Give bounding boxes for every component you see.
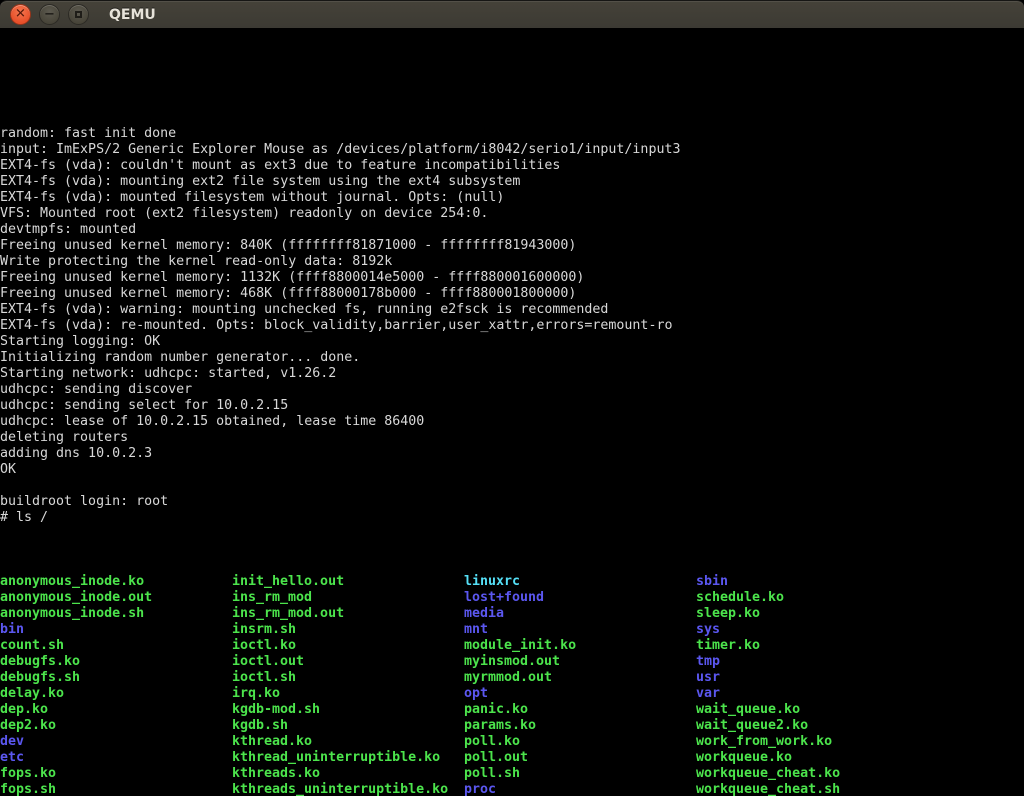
ls-entry: wait_queue.ko (696, 702, 1024, 718)
terminal-line: deleting routers (0, 430, 1024, 446)
ls-entry: workqueue_cheat.sh (696, 782, 1024, 796)
ls-entry: ioctl.sh (232, 670, 464, 686)
minimize-button[interactable]: − (39, 4, 60, 25)
terminal-line: buildroot login: root (0, 494, 1024, 510)
terminal-line: adding dns 10.0.2.3 (0, 446, 1024, 462)
terminal-line: EXT4-fs (vda): couldn't mount as ext3 du… (0, 158, 1024, 174)
ls-entry: schedule.ko (696, 590, 1024, 606)
ls-entry: ins_rm_mod.out (232, 606, 464, 622)
terminal-line (0, 478, 1024, 494)
ls-entry: var (696, 686, 1024, 702)
ls-entry: dep.ko (0, 702, 232, 718)
ls-entry: debugfs.sh (0, 670, 232, 686)
ls-entry: init_hello.out (232, 574, 464, 590)
ls-entry: myinsmod.out (464, 654, 696, 670)
ls-entry: irq.ko (232, 686, 464, 702)
ls-entry: params.ko (464, 718, 696, 734)
close-button[interactable]: ✕ (10, 4, 31, 25)
terminal-line: Freeing unused kernel memory: 468K (ffff… (0, 286, 1024, 302)
ls-entry: wait_queue2.ko (696, 718, 1024, 734)
ls-entry: insrm.sh (232, 622, 464, 638)
terminal-screen[interactable]: random: fast init doneinput: ImExPS/2 Ge… (0, 28, 1024, 796)
qemu-window: ✕ − QEMU random: fast init doneinput: Im… (0, 0, 1024, 796)
ls-entry: kthread.ko (232, 734, 464, 750)
terminal-line: input: ImExPS/2 Generic Explorer Mouse a… (0, 142, 1024, 158)
terminal-line: EXT4-fs (vda): mounting ext2 file system… (0, 174, 1024, 190)
maximize-button[interactable] (68, 4, 89, 25)
terminal-line: udhcpc: lease of 10.0.2.15 obtained, lea… (0, 414, 1024, 430)
ls-entry: poll.ko (464, 734, 696, 750)
titlebar: ✕ − QEMU (0, 0, 1024, 28)
terminal-line: Freeing unused kernel memory: 1132K (fff… (0, 270, 1024, 286)
ls-entry: module_init.ko (464, 638, 696, 654)
ls-entry: mnt (464, 622, 696, 638)
close-icon: ✕ (15, 8, 26, 21)
ls-entry: kgdb-mod.sh (232, 702, 464, 718)
ls-entry: media (464, 606, 696, 622)
ls-entry: tmp (696, 654, 1024, 670)
ls-entry: fops.sh (0, 782, 232, 796)
ls-entry: kthread_uninterruptible.ko (232, 750, 464, 766)
ls-entry: linuxrc (464, 574, 696, 590)
ls-entry: sleep.ko (696, 606, 1024, 622)
ls-entry: anonymous_inode.out (0, 590, 232, 606)
ls-entry: sbin (696, 574, 1024, 590)
ls-entry: kgdb.sh (232, 718, 464, 734)
ls-entry: etc (0, 750, 232, 766)
ls-entry: ioctl.ko (232, 638, 464, 654)
terminal-line: Initializing random number generator... … (0, 350, 1024, 366)
ls-entry: kthreads.ko (232, 766, 464, 782)
terminal-line: EXT4-fs (vda): warning: mounting uncheck… (0, 302, 1024, 318)
ls-entry: count.sh (0, 638, 232, 654)
ls-entry: myrmmod.out (464, 670, 696, 686)
ls-entry: dev (0, 734, 232, 750)
terminal-line: VFS: Mounted root (ext2 filesystem) read… (0, 206, 1024, 222)
terminal-line: random: fast init done (0, 126, 1024, 142)
terminal-line: # ls / (0, 510, 1024, 526)
boot-log: random: fast init doneinput: ImExPS/2 Ge… (0, 78, 1024, 526)
terminal-line: Freeing unused kernel memory: 840K (ffff… (0, 238, 1024, 254)
ls-entry: fops.ko (0, 766, 232, 782)
ls-entry: usr (696, 670, 1024, 686)
ls-entry: panic.ko (464, 702, 696, 718)
terminal-line: devtmpfs: mounted (0, 222, 1024, 238)
ls-entry: workqueue.ko (696, 750, 1024, 766)
ls-entry: debugfs.ko (0, 654, 232, 670)
terminal-line: EXT4-fs (vda): re-mounted. Opts: block_v… (0, 318, 1024, 334)
ls-entry: bin (0, 622, 232, 638)
ls-entry: poll.sh (464, 766, 696, 782)
ls-entry: proc (464, 782, 696, 796)
ls-entry: kthreads_uninterruptible.ko (232, 782, 464, 796)
ls-entry: delay.ko (0, 686, 232, 702)
ls-entry: lost+found (464, 590, 696, 606)
ls-entry: anonymous_inode.ko (0, 574, 232, 590)
ls-entry: timer.ko (696, 638, 1024, 654)
ls-entry: ins_rm_mod (232, 590, 464, 606)
ls-entry: sys (696, 622, 1024, 638)
terminal-line: Write protecting the kernel read-only da… (0, 254, 1024, 270)
ls-entry: dep2.ko (0, 718, 232, 734)
maximize-icon (75, 11, 82, 18)
ls-entry: opt (464, 686, 696, 702)
ls-entry: workqueue_cheat.ko (696, 766, 1024, 782)
ls-output: anonymous_inode.koanonymous_inode.outano… (0, 574, 1024, 796)
terminal-line: Starting logging: OK (0, 334, 1024, 350)
minimize-icon: − (44, 8, 55, 21)
terminal-line: udhcpc: sending select for 10.0.2.15 (0, 398, 1024, 414)
ls-entry: anonymous_inode.sh (0, 606, 232, 622)
ls-entry: poll.out (464, 750, 696, 766)
ls-entry: work_from_work.ko (696, 734, 1024, 750)
terminal-line: OK (0, 462, 1024, 478)
terminal-line: Starting network: udhcpc: started, v1.26… (0, 366, 1024, 382)
terminal-line: udhcpc: sending discover (0, 382, 1024, 398)
ls-entry: ioctl.out (232, 654, 464, 670)
window-title: QEMU (109, 7, 156, 23)
terminal-line: EXT4-fs (vda): mounted filesystem withou… (0, 190, 1024, 206)
